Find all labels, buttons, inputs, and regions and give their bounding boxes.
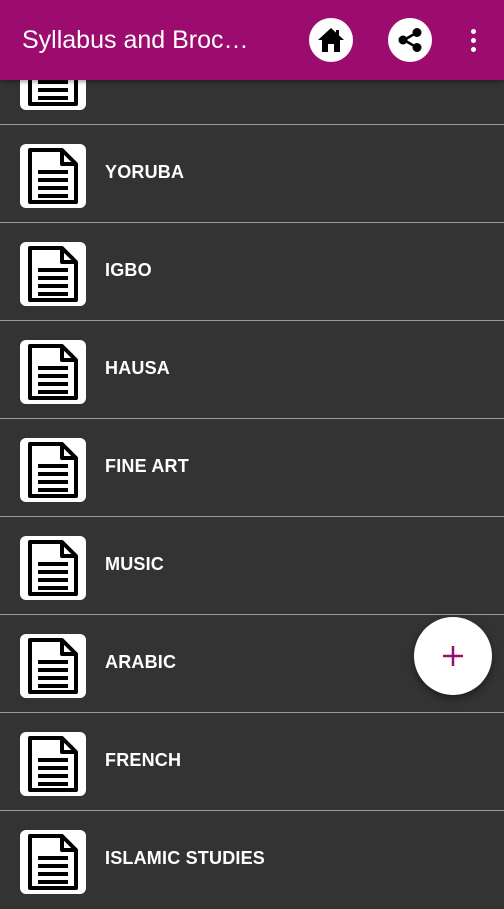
list-item[interactable]: FINE ART: [0, 420, 504, 517]
list-item-label: ISLAMIC STUDIES: [105, 848, 266, 868]
list-item[interactable]: ISLAMIC STUDIES: [0, 812, 504, 909]
list-item-label: FINE ART: [105, 456, 189, 476]
plus-icon: [443, 646, 463, 666]
document-icon: [20, 634, 86, 698]
share-icon: [398, 28, 422, 52]
list-item[interactable]: HAUSA: [0, 322, 504, 419]
home-icon: [318, 28, 344, 52]
list-item[interactable]: IGBO: [0, 224, 504, 321]
list-item-label: HAUSA: [105, 358, 171, 378]
list-item[interactable]: YORUBA: [0, 126, 504, 223]
list-item-label: IGBO: [105, 260, 152, 280]
list-item-label: ARABIC: [105, 652, 177, 672]
share-button[interactable]: [388, 18, 432, 62]
list-item[interactable]: FRENCH: [0, 714, 504, 811]
overflow-menu-button[interactable]: [458, 22, 488, 58]
document-icon: [20, 536, 86, 600]
list-item-label: YORUBA: [105, 162, 185, 182]
list-item-label: FRENCH: [105, 750, 182, 770]
document-icon: [20, 438, 86, 502]
document-icon: [20, 830, 86, 894]
app-bar: Syllabus and Broc…: [0, 0, 504, 80]
subject-list: HOME ECONOMICS YORUBA IGBO: [0, 28, 504, 909]
home-button[interactable]: [309, 18, 353, 62]
document-icon: [20, 144, 86, 208]
document-icon: [20, 340, 86, 404]
add-button[interactable]: [414, 617, 492, 695]
document-icon: [20, 732, 86, 796]
document-icon: [20, 242, 86, 306]
list-item[interactable]: MUSIC: [0, 518, 504, 615]
app-title: Syllabus and Broc…: [22, 26, 249, 54]
more-vertical-icon: [470, 28, 476, 34]
list-item-label: MUSIC: [105, 554, 164, 574]
